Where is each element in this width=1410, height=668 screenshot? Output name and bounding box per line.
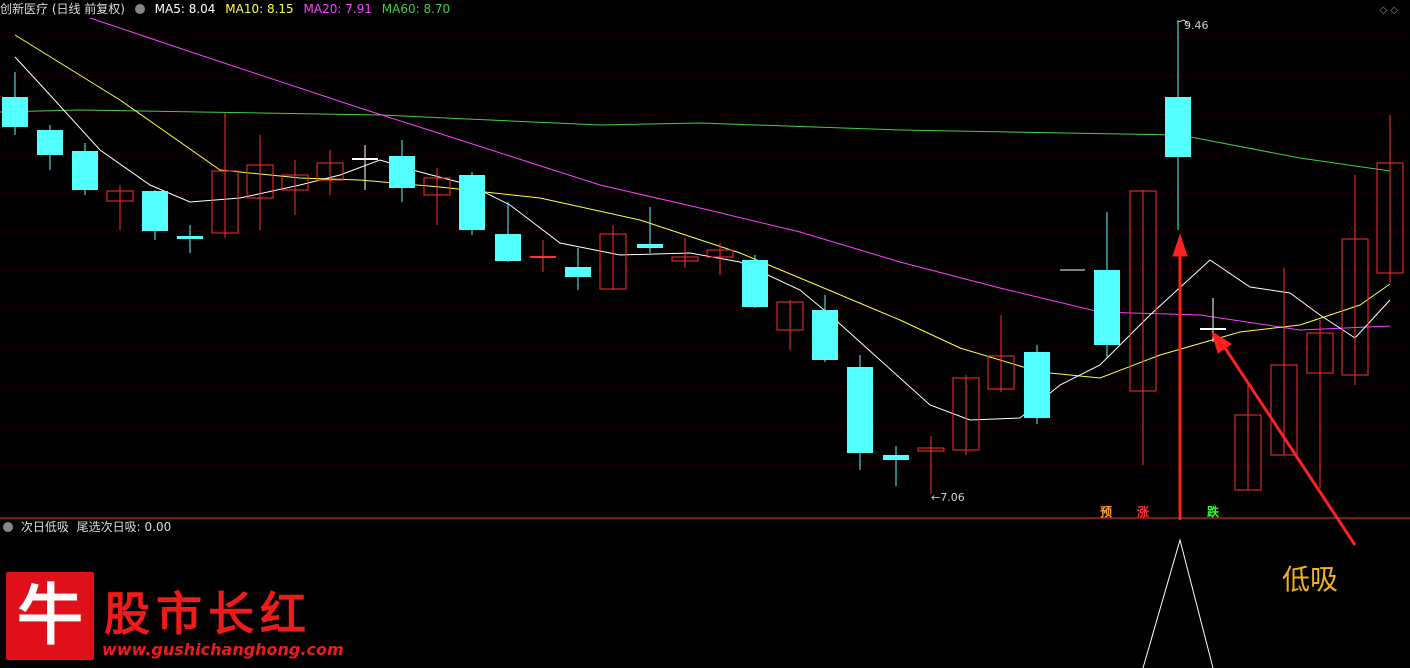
arrow-icon [1172,233,1357,546]
ma20-line [89,17,1391,331]
high-price-label: 9.46 [1184,19,1209,32]
candle[interactable] [742,260,768,307]
candle[interactable] [637,244,663,248]
indicator-name[interactable]: 次日低吸 [21,520,69,534]
candle[interactable] [1165,97,1191,157]
candle[interactable] [352,158,378,160]
candle[interactable] [177,236,203,239]
logo-title: 股市长红 [104,587,312,641]
candle[interactable] [142,191,168,231]
indicator-line [1142,538,1214,668]
candle[interactable] [530,256,556,258]
candle[interactable] [565,267,591,277]
ma10-line [14,34,1391,379]
candle[interactable] [812,310,838,360]
logo-char: 牛 [17,577,83,654]
annotation-text: 低吸 [1282,563,1339,596]
candle[interactable] [1094,270,1120,345]
candle[interactable] [2,97,28,127]
signal-label-up: 涨 [1137,505,1150,519]
indicator-toggle-icon[interactable] [3,522,13,532]
candle[interactable] [1024,352,1050,418]
indicator-header: 次日低吸 尾选次日吸: 0.00 [0,519,171,535]
candle[interactable] [847,367,873,453]
candle[interactable] [459,175,485,230]
kline-chart[interactable] [0,0,1410,668]
candle[interactable] [389,156,415,188]
logo: 牛 [6,572,94,660]
low-price-label: ←7.06 [931,491,965,504]
candle[interactable] [37,130,63,155]
signal-label-down: 跌 [1207,505,1220,519]
candle[interactable] [495,234,521,261]
signal-label-pre: 预 [1100,505,1113,519]
candle[interactable] [883,455,909,460]
candle[interactable] [72,151,98,190]
candles [2,20,1404,494]
price-grid [0,36,1410,466]
logo-url: www.gushichanghong.com [102,640,344,659]
candle[interactable] [1200,328,1226,330]
indicator-value: 尾选次日吸: 0.00 [76,520,172,534]
